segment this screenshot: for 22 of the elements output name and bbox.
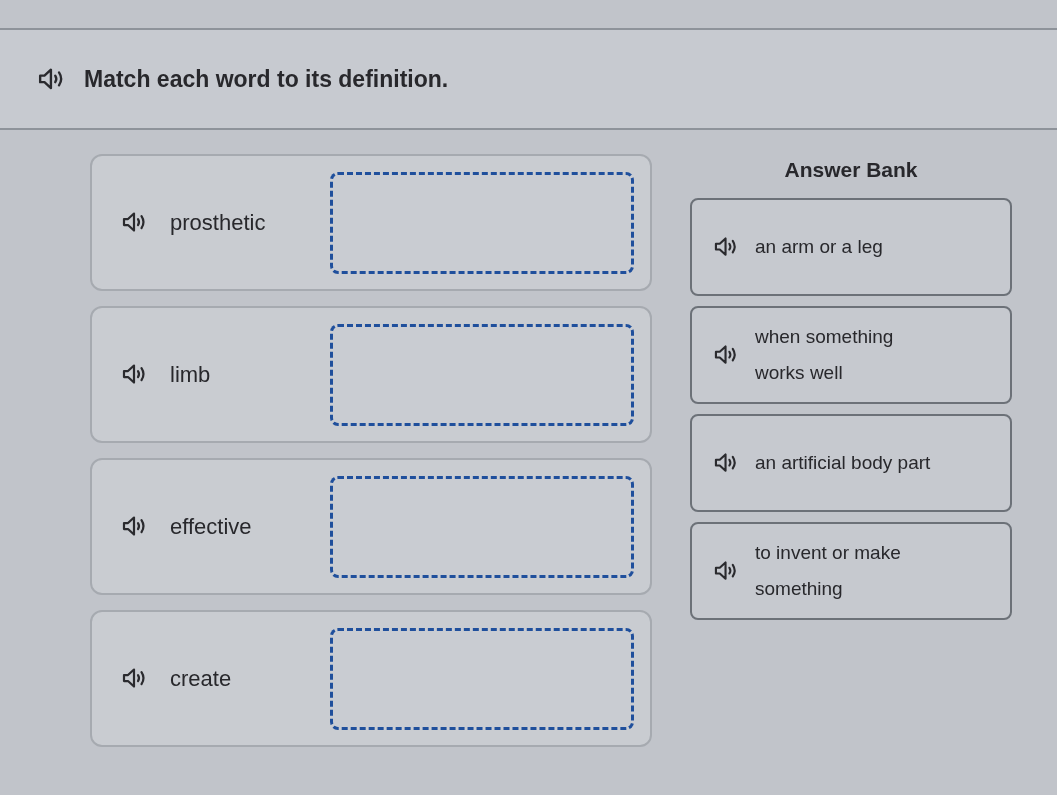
speaker-icon[interactable] [714,236,739,258]
answer-bank-title: Answer Bank [784,157,918,184]
answer-card[interactable]: to invent or make something [690,522,1012,620]
speaker-icon[interactable] [122,515,148,538]
answer-drop-box[interactable] [330,171,634,274]
speaker-icon[interactable] [714,452,739,474]
term-word: create [170,665,233,693]
term-word: limb [170,361,212,389]
speaker-icon[interactable] [122,211,148,234]
term-word: prosthetic [170,209,267,237]
answer-drop-box[interactable] [330,475,634,578]
speaker-icon[interactable] [714,560,739,582]
speaker-icon[interactable] [122,363,148,386]
instruction-text: Match each word to its definition. [84,64,449,94]
answer-drop-box[interactable] [330,627,634,730]
answer-card[interactable]: when something works well [690,306,1012,404]
answer-card[interactable]: an artificial body part [690,414,1012,512]
term-word: effective [170,513,253,541]
speaker-icon[interactable] [714,344,739,366]
answer-card[interactable]: an arm or a leg [690,198,1012,296]
answer-drop-box[interactable] [330,323,634,426]
speaker-icon[interactable] [122,667,148,690]
